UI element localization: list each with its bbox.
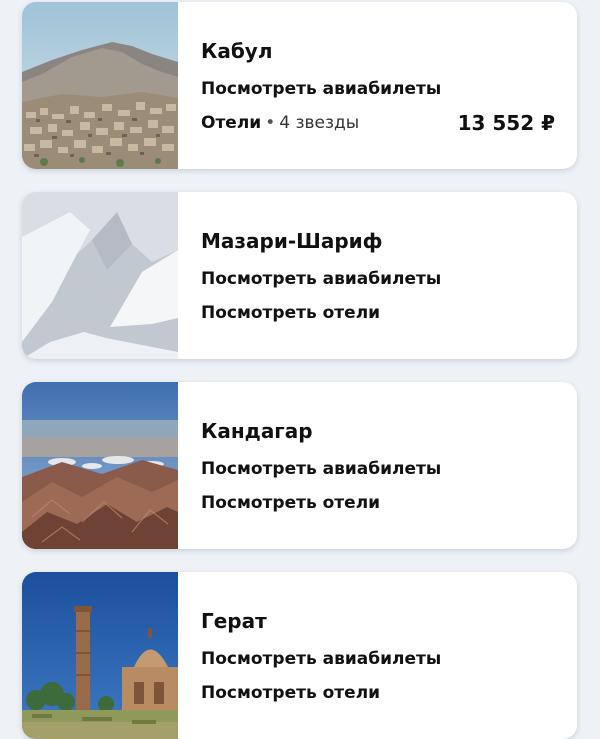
view-hotels-link[interactable]: Посмотреть отели	[201, 303, 380, 323]
hotels-label: Отели	[201, 113, 262, 133]
herat-photo	[22, 572, 178, 739]
destination-card-kabul[interactable]: Кабул Посмотреть авиабилеты Отели • 4 звез…	[22, 2, 577, 169]
view-flights-link[interactable]: Посмотреть авиабилеты	[201, 649, 441, 669]
price-label: 13 552 ₽	[457, 111, 555, 135]
card-info: Кандагар Посмотреть авиабилеты Посмотрет…	[178, 382, 577, 549]
city-name: Герат	[201, 609, 267, 633]
view-flights-link[interactable]: Посмотреть авиабилеты	[201, 79, 441, 99]
view-flights-link[interactable]: Посмотреть авиабилеты	[201, 459, 441, 479]
card-info: Мазари-Шариф Посмотреть авиабилеты Посмо…	[178, 192, 577, 359]
view-flights-link[interactable]: Посмотреть авиабилеты	[201, 269, 441, 289]
image-placeholder-icon	[22, 192, 178, 359]
kabul-photo	[22, 2, 178, 169]
view-hotels-link[interactable]: Посмотреть отели	[201, 683, 380, 703]
destination-card-mazar-i-sharif[interactable]: Мазари-Шариф Посмотреть авиабилеты Посмо…	[22, 192, 577, 359]
hotels-info[interactable]: Отели • 4 звезды	[201, 113, 359, 133]
destination-list: Кабул Посмотреть авиабилеты Отели • 4 звез…	[0, 0, 600, 739]
view-hotels-link[interactable]: Посмотреть отели	[201, 493, 380, 513]
city-name: Кабул	[201, 39, 273, 63]
city-name: Кандагар	[201, 419, 313, 443]
card-info: Кабул Посмотреть авиабилеты Отели • 4 звез…	[178, 2, 577, 169]
destination-card-kandahar[interactable]: Кандагар Посмотреть авиабилеты Посмотрет…	[22, 382, 577, 549]
separator-dot: •	[265, 113, 276, 133]
kandahar-photo	[22, 382, 178, 549]
card-info: Герат Посмотреть авиабилеты Посмотреть о…	[178, 572, 577, 739]
city-name: Мазари-Шариф	[201, 229, 383, 253]
destination-card-herat[interactable]: Герат Посмотреть авиабилеты Посмотреть о…	[22, 572, 577, 739]
hotels-rating: 4 звезды	[279, 113, 360, 133]
